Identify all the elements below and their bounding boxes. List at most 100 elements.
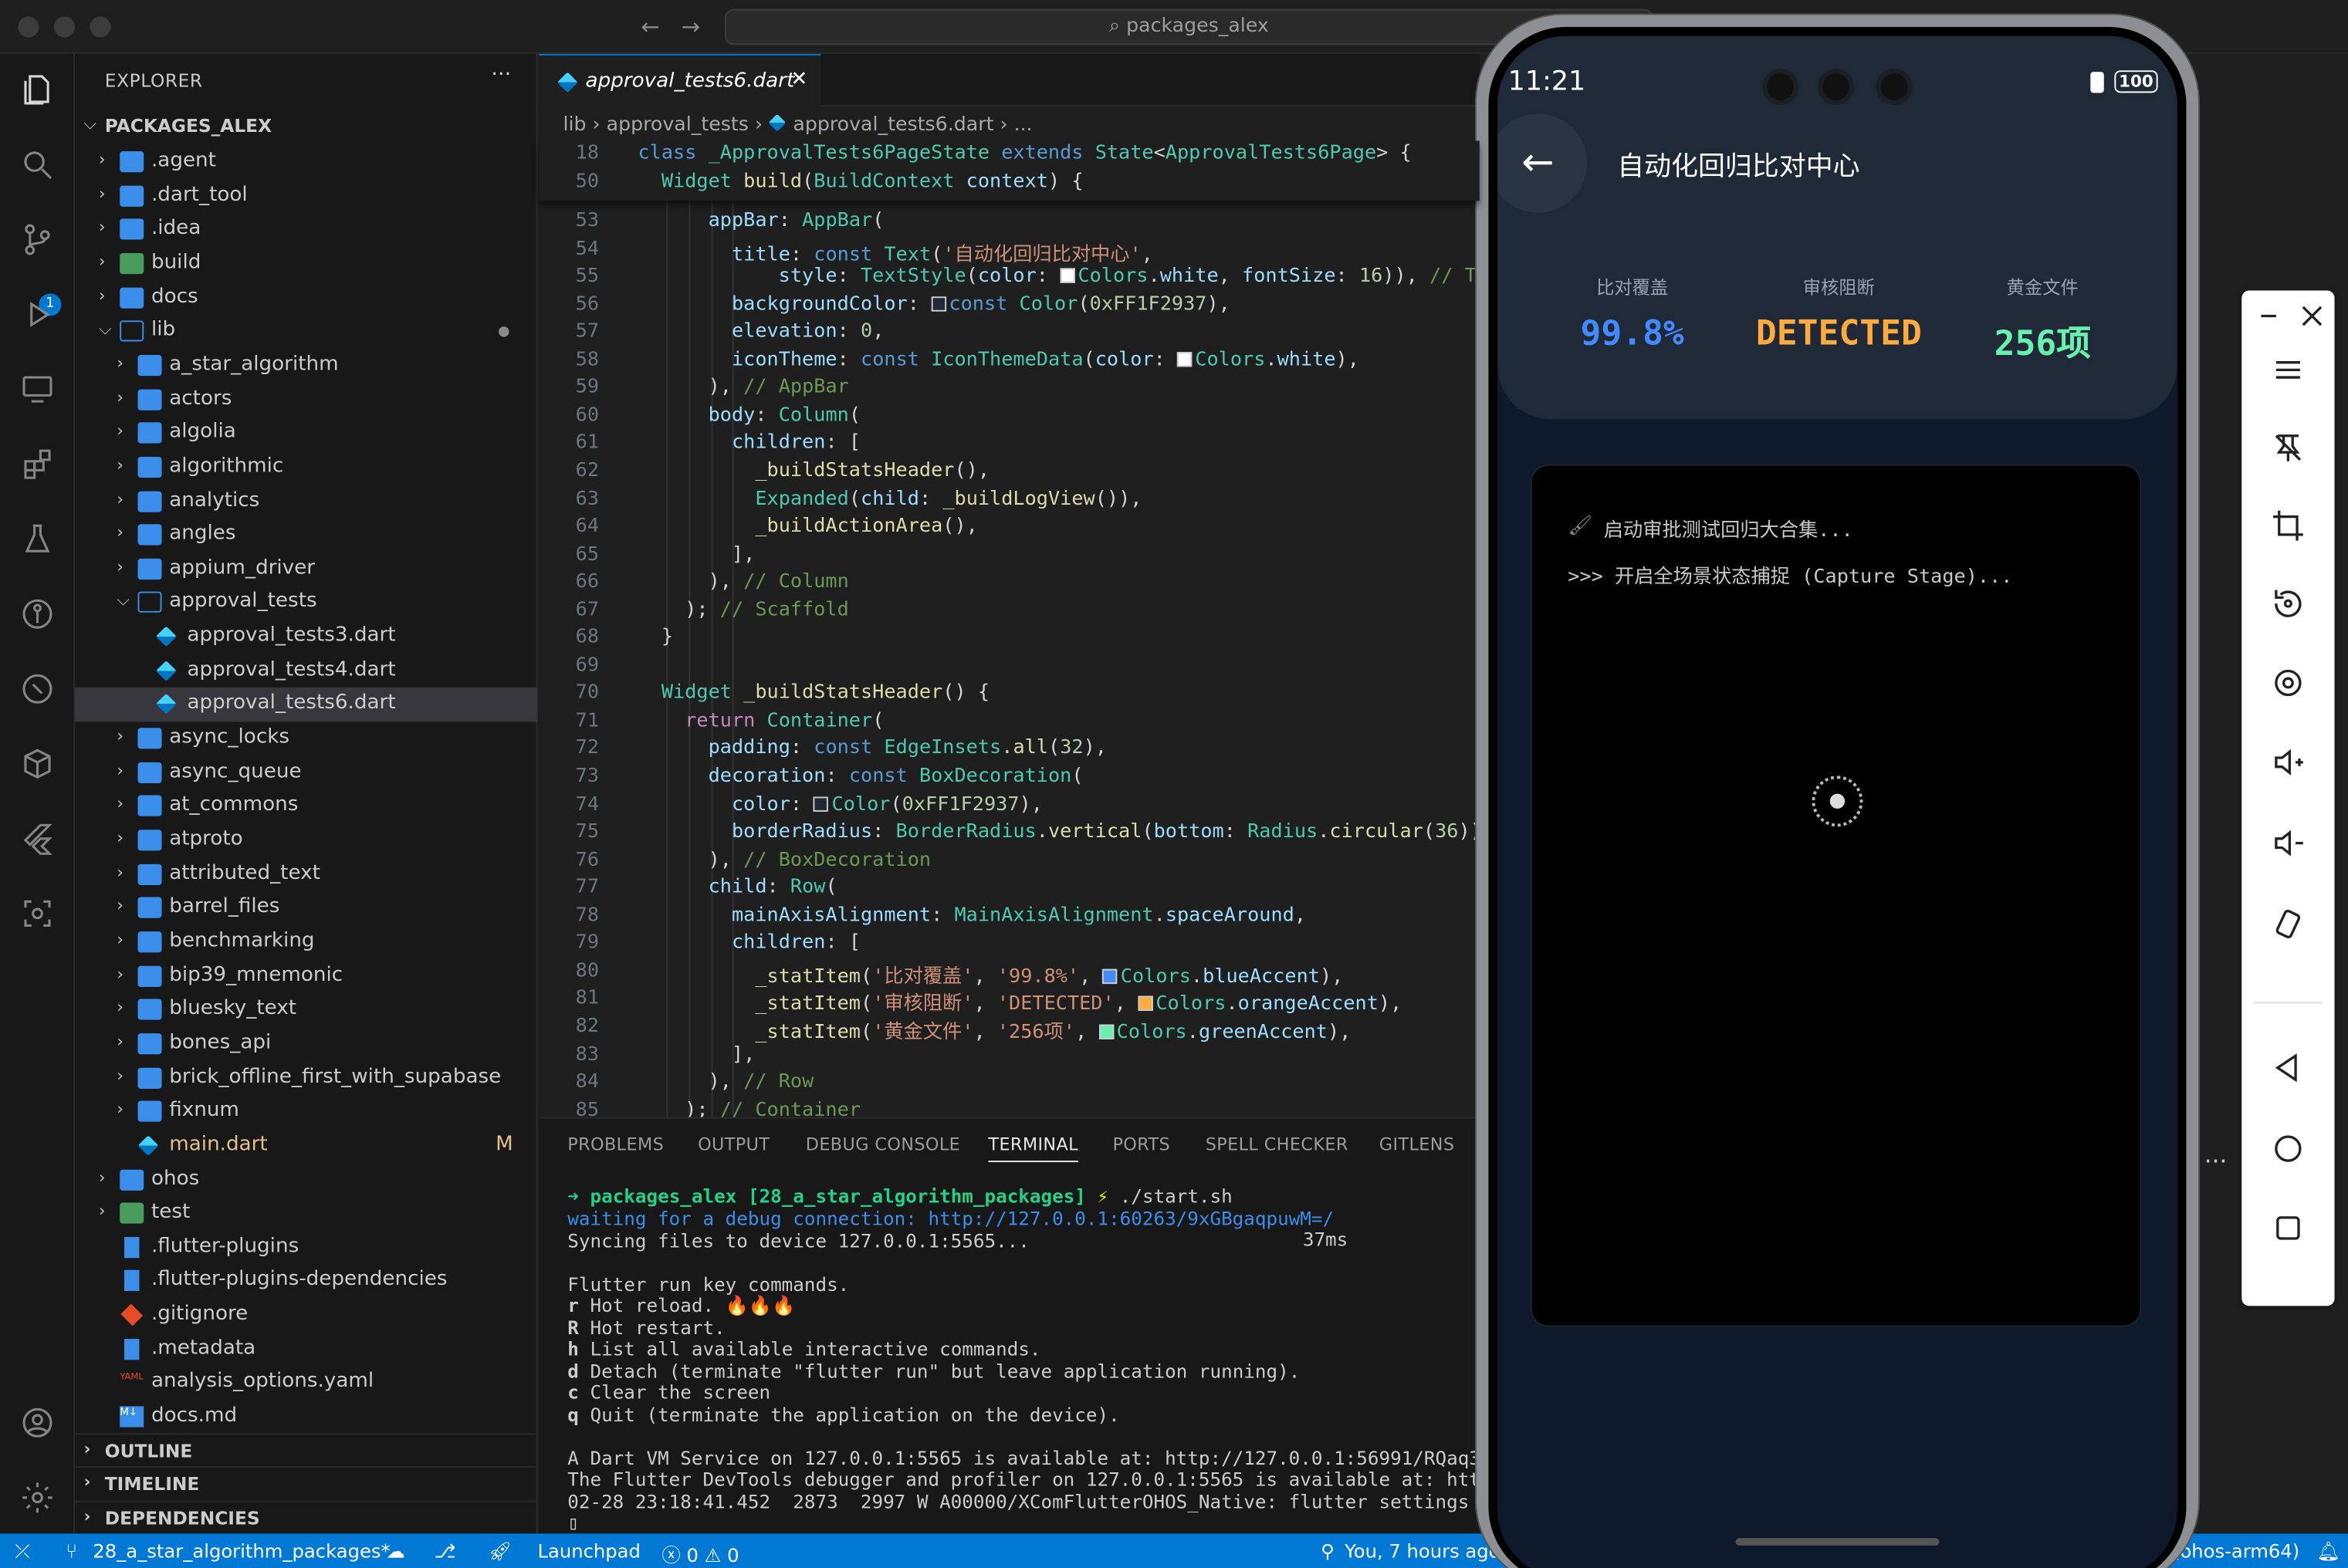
tree-item[interactable]: › barrel_files	[75, 891, 537, 925]
code-line[interactable]: Expanded(child: _buildLogView()),	[638, 488, 1142, 510]
source-control-icon[interactable]	[16, 218, 58, 260]
tree-item[interactable]: M↓ docs.md	[75, 1401, 537, 1435]
errors-icon[interactable]: ⓧ 0 ⚠ 0	[662, 1539, 739, 1568]
code-line[interactable]: style: TextStyle(color: Colors.white, fo…	[638, 265, 1480, 288]
tree-item[interactable]: main.dart M	[75, 1129, 537, 1163]
code-line[interactable]: _statItem('比对覆盖', '99.8%', Colors.blueAc…	[638, 960, 1343, 988]
tree-item[interactable]: › docs	[75, 281, 537, 315]
tree-item[interactable]: › a_star_algorithm	[75, 349, 537, 383]
rotate-device-icon[interactable]	[2265, 901, 2310, 946]
code-line[interactable]: child: Row(	[638, 877, 837, 899]
sync-icon[interactable]: ☁	[387, 1539, 405, 1562]
code-line[interactable]: _buildActionArea(),	[638, 515, 978, 538]
volume-up-icon[interactable]	[2265, 740, 2310, 785]
more-actions-icon[interactable]: ···	[491, 63, 511, 87]
tree-item[interactable]: › ohos	[75, 1163, 537, 1197]
tree-item[interactable]: .flutter-plugins	[75, 1231, 537, 1265]
tree-item[interactable]: › bones_api	[75, 1027, 537, 1061]
tree-item[interactable]: › algorithmic	[75, 451, 537, 485]
code-line[interactable]: appBar: AppBar(	[638, 210, 885, 232]
tree-item[interactable]: › bluesky_text	[75, 993, 537, 1027]
code-line[interactable]: ],	[638, 543, 755, 566]
panel-tab[interactable]: GITLENS	[1379, 1134, 1455, 1154]
flutter-icon[interactable]	[16, 818, 58, 860]
tree-item[interactable]: .metadata	[75, 1333, 537, 1367]
code-line[interactable]: iconTheme: const IconThemeData(color: Co…	[638, 349, 1359, 371]
back-triangle-icon[interactable]	[2265, 1046, 2310, 1090]
code-line[interactable]: _statItem('黄金文件', '256项', Colors.greenAc…	[638, 1015, 1351, 1043]
run-debug-icon[interactable]	[16, 293, 58, 335]
crop-icon[interactable]	[2265, 503, 2310, 548]
settings-gear-icon[interactable]	[16, 1477, 58, 1519]
packages-icon[interactable]	[16, 743, 58, 785]
menu-icon[interactable]	[2265, 347, 2310, 392]
explorer-root[interactable]: ⌵ PACKAGES_ALEX	[75, 110, 537, 144]
tree-item[interactable]: › actors	[75, 383, 537, 417]
dependencies-section[interactable]: › DEPENDENCIES	[75, 1500, 538, 1534]
explorer-files-icon[interactable]	[16, 69, 58, 110]
testing-flask-icon[interactable]	[16, 519, 58, 560]
code-line[interactable]: _statItem('审核阻断', 'DETECTED', Colors.ora…	[638, 988, 1402, 1015]
tree-item[interactable]: › attributed_text	[75, 857, 537, 891]
panel-tab[interactable]: PROBLEMS	[567, 1134, 664, 1154]
panel-tab[interactable]: PORTS	[1112, 1134, 1170, 1154]
tree-item[interactable]: approval_tests4.dart	[75, 654, 537, 688]
tree-item[interactable]: › .dart_tool	[75, 179, 537, 213]
volume-down-icon[interactable]	[2265, 821, 2310, 866]
remote-explorer-icon[interactable]	[16, 368, 58, 410]
code-line[interactable]: ), // Column	[638, 571, 849, 593]
screenshot-icon[interactable]	[2265, 661, 2310, 705]
back-arrow-icon[interactable]: ←	[641, 13, 659, 40]
tree-item[interactable]: ⌵ approval_tests	[75, 586, 537, 620]
panel-tab[interactable]: OUTPUT	[698, 1134, 770, 1154]
code-line[interactable]: ), // Row	[638, 1071, 814, 1093]
code-line[interactable]: ],	[638, 1043, 755, 1066]
tree-item[interactable]: approval_tests6.dart	[75, 688, 538, 722]
tree-item[interactable]: › fixnum	[75, 1095, 537, 1129]
gitlens-icon[interactable]	[16, 593, 58, 635]
terminal-output[interactable]: waiting for a debug connection: http://1…	[539, 1207, 1479, 1536]
code-line[interactable]: _buildStatsHeader(),	[638, 460, 990, 482]
phone-screen[interactable]: 11:21 100 ← 自动化回归比对中心 比对覆盖 99.8% 审核阻断 DETEC…	[1497, 35, 2177, 1568]
tree-item[interactable]: approval_tests3.dart	[75, 620, 537, 654]
rotate-icon[interactable]	[2265, 581, 2310, 626]
tab-approval-tests6[interactable]: approval_tests6.dart ✕	[539, 53, 821, 106]
panel-tab[interactable]: SPELL CHECKER	[1206, 1134, 1348, 1154]
remote-icon[interactable]: ⤫	[15, 1539, 29, 1563]
zoom-window-button[interactable]	[90, 16, 111, 38]
minimize-window-button[interactable]	[53, 16, 76, 38]
tree-item[interactable]: › atproto	[75, 823, 537, 857]
tree-item[interactable]: YAML analysis_options.yaml	[75, 1367, 537, 1401]
account-icon[interactable]	[16, 1402, 58, 1444]
code-line[interactable]: backgroundColor: const Color(0xFF1F2937)…	[638, 293, 1230, 316]
notifications-bell-icon[interactable]: 🔔︎	[2316, 1539, 2340, 1563]
code-line[interactable]: title: const Text('自动化回归比对中心',	[638, 238, 1153, 265]
tree-item[interactable]: › analytics	[75, 485, 537, 519]
tree-item[interactable]: › bip39_mnemonic	[75, 959, 537, 993]
pin-off-icon[interactable]	[2265, 425, 2310, 470]
more-actions-icon[interactable]: ···	[2204, 1147, 2228, 1176]
tree-item[interactable]: › at_commons	[75, 789, 537, 823]
tree-item[interactable]: › brick_offline_first_with_supabase	[75, 1061, 537, 1095]
code-line[interactable]: mainAxisAlignment: MainAxisAlignment.spa…	[638, 904, 1306, 927]
code-view[interactable]: 53 appBar: AppBar(54 title: const Text('…	[539, 201, 1480, 1117]
git-compare-icon[interactable]: ⎇	[435, 1539, 456, 1562]
code-line[interactable]: }	[638, 627, 673, 649]
code-line[interactable]: class _ApprovalTests6PageState extends S…	[638, 142, 1411, 164]
code-line[interactable]: ), // BoxDecoration	[638, 849, 932, 871]
inspect-icon[interactable]	[16, 893, 58, 934]
tree-item[interactable]: › async_locks	[75, 722, 537, 756]
code-line[interactable]: elevation: 0,	[638, 321, 884, 343]
home-indicator[interactable]	[1735, 1538, 1940, 1546]
search-icon[interactable]	[16, 144, 58, 185]
tree-item[interactable]: › test	[75, 1197, 537, 1231]
tree-item[interactable]: › .idea	[75, 213, 537, 247]
code-line[interactable]: decoration: const BoxDecoration(	[638, 765, 1084, 788]
tree-item[interactable]: ⌵ lib	[75, 315, 537, 349]
code-line[interactable]: color: Color(0xFF1F2937),	[638, 793, 1043, 816]
code-line[interactable]: body: Column(	[638, 404, 861, 427]
panel-tab[interactable]: DEBUG CONSOLE	[806, 1134, 960, 1154]
git-graph-icon[interactable]	[16, 668, 58, 710]
minimize-icon[interactable]	[2246, 293, 2291, 338]
close-icon[interactable]	[2289, 293, 2334, 338]
